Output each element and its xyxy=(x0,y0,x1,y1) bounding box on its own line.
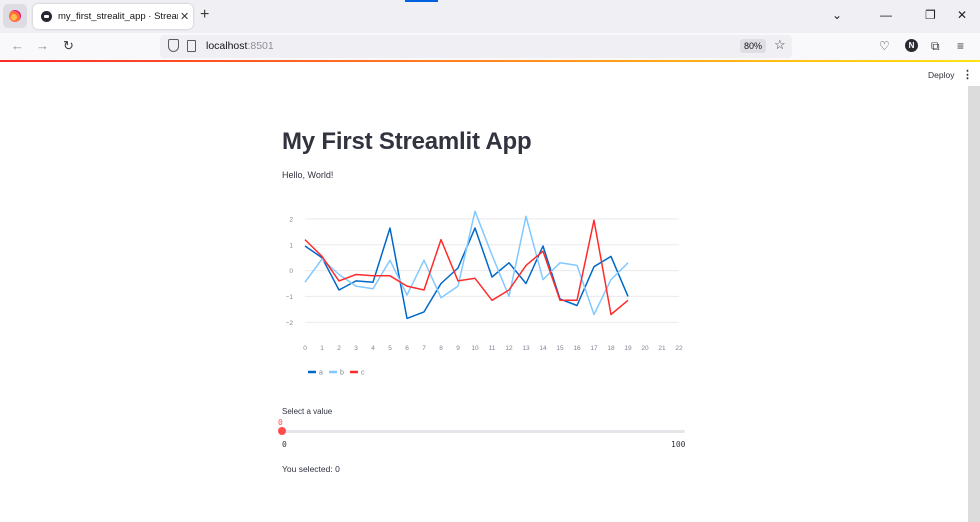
pocket-icon[interactable]: ♡ xyxy=(879,39,890,53)
greeting-text: Hello, World! xyxy=(282,170,334,180)
legend-label-b[interactable]: b xyxy=(340,370,344,377)
streamlit-decoration-bar xyxy=(0,60,980,62)
firefox-view-button[interactable] xyxy=(3,4,27,28)
new-tab-icon[interactable]: + xyxy=(200,6,209,24)
zoom-level-button[interactable]: 80% xyxy=(740,39,767,53)
y-tick-label: 1 xyxy=(289,242,293,249)
x-tick-label: 10 xyxy=(471,345,479,352)
slider-thumb[interactable] xyxy=(278,427,286,435)
x-tick-label: 22 xyxy=(675,345,683,352)
y-tick-label: −1 xyxy=(286,294,294,301)
x-tick-label: 16 xyxy=(573,345,581,352)
reload-icon[interactable]: ↻ xyxy=(63,38,74,54)
tab-title: my_first_strealit_app · Streamlit xyxy=(58,11,178,22)
y-tick-label: 0 xyxy=(289,268,293,275)
x-tick-label: 9 xyxy=(456,345,460,352)
bookmark-star-icon[interactable]: ☆ xyxy=(774,37,786,53)
x-tick-label: 4 xyxy=(371,345,375,352)
firefox-icon xyxy=(9,10,21,22)
y-tick-label: −2 xyxy=(286,320,294,327)
x-tick-label: 5 xyxy=(388,345,392,352)
extensions-puzzle-icon[interactable]: ⧉ xyxy=(931,39,940,54)
x-tick-label: 6 xyxy=(405,345,409,352)
x-tick-label: 1 xyxy=(320,345,324,352)
main-menu-icon[interactable]: ⋮ xyxy=(962,68,973,81)
list-all-tabs-icon[interactable]: ⌄ xyxy=(832,8,842,22)
line-chart[interactable]: −2−10120 1 2 3 4 5 6 7 8 9 10 11 12 13 14 15 16 17 18 19 20 2… xyxy=(282,200,692,382)
minimize-icon[interactable]: — xyxy=(880,8,892,22)
x-tick-label: 2 xyxy=(337,345,341,352)
x-tick-label: 7 xyxy=(422,345,426,352)
x-tick-label: 17 xyxy=(590,345,598,352)
restore-icon[interactable]: ❐ xyxy=(925,8,936,22)
legend-label-a[interactable]: a xyxy=(319,370,323,377)
legend-label-c[interactable]: c xyxy=(361,370,365,377)
forward-arrow-icon[interactable]: → xyxy=(36,38,49,53)
x-tick-label: 0 xyxy=(303,345,307,352)
back-arrow-icon[interactable]: ← xyxy=(11,38,24,53)
selected-value-text: You selected: 0 xyxy=(282,464,340,474)
x-tick-label: 20 xyxy=(641,345,649,352)
page-title: My First Streamlit App xyxy=(282,128,532,155)
x-tick-label: 11 xyxy=(489,345,496,352)
url-text: localhost:8501 xyxy=(206,40,274,52)
browser-tab-active[interactable]: my_first_strealit_app · Streamlit ✕ xyxy=(33,4,193,29)
slider-min-label: 0 xyxy=(282,440,287,449)
tracking-shield-icon[interactable] xyxy=(168,39,179,52)
tab-accent-line xyxy=(405,0,438,2)
url-port: :8501 xyxy=(247,40,274,52)
x-tick-label: 21 xyxy=(658,345,666,352)
slider-track[interactable] xyxy=(282,430,685,433)
page-info-icon[interactable] xyxy=(187,40,196,52)
x-tick-label: 15 xyxy=(556,345,564,352)
url-host: localhost xyxy=(206,40,248,52)
slider-max-label: 100 xyxy=(671,440,686,449)
browser-nav-bar: ← → ↻ localhost:8501 80% ☆ ♡ N ⧉ ≡ xyxy=(0,33,980,60)
x-tick-label: 14 xyxy=(539,345,547,352)
account-avatar[interactable]: N xyxy=(905,39,918,52)
x-tick-label: 12 xyxy=(505,345,513,352)
x-tick-label: 3 xyxy=(354,345,358,352)
x-tick-label: 18 xyxy=(607,345,615,352)
close-tab-icon[interactable]: ✕ xyxy=(180,10,189,23)
url-bar[interactable]: localhost:8501 80% ☆ xyxy=(160,35,792,58)
x-tick-label: 8 xyxy=(439,345,443,352)
hamburger-menu-icon[interactable]: ≡ xyxy=(957,39,964,53)
page-scrollbar[interactable] xyxy=(968,86,980,522)
streamlit-favicon-icon xyxy=(41,11,52,22)
slider-label: Select a value xyxy=(282,407,333,416)
x-tick-label: 19 xyxy=(624,345,632,352)
y-tick-label: 2 xyxy=(289,216,293,223)
close-window-icon[interactable]: ✕ xyxy=(957,8,967,22)
deploy-button[interactable]: Deploy xyxy=(928,70,954,80)
browser-tab-strip: my_first_strealit_app · Streamlit ✕ + ⌄ … xyxy=(0,0,980,33)
slider-current-value: 0 xyxy=(278,418,283,427)
x-tick-label: 13 xyxy=(522,345,530,352)
